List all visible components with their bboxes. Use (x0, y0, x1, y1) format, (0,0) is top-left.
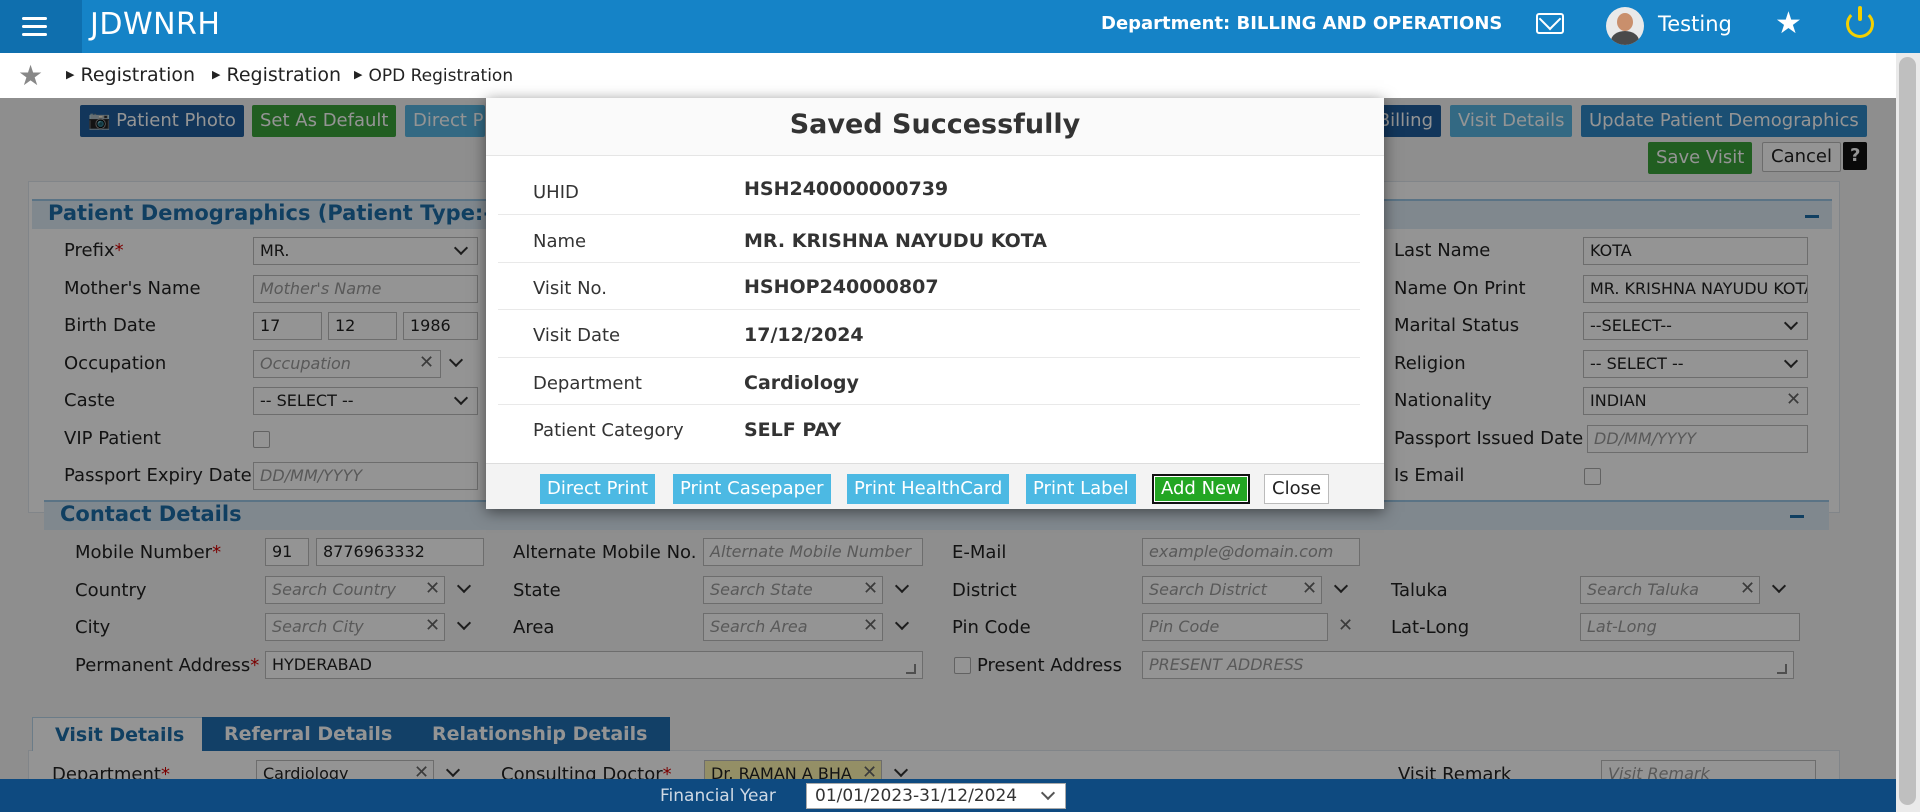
saved-successfully-dialog: Saved Successfully UHID HSH240000000739 … (486, 98, 1384, 509)
scrollbar-thumb[interactable] (1899, 57, 1916, 805)
power-icon[interactable] (1846, 6, 1874, 38)
info-row: UHID HSH240000000739 (498, 157, 1360, 215)
user-name[interactable]: Testing (1658, 12, 1732, 36)
dialog-footer: Direct Print Print Casepaper Print Healt… (486, 463, 1384, 509)
print-label-button[interactable]: Print Label (1026, 474, 1136, 504)
breadcrumb-item[interactable]: ▶ Registration (212, 64, 341, 86)
financial-year-bar: Financial Year 01/01/2023-31/12/2024 (0, 779, 1896, 812)
department-label: Department: BILLING AND OPERATIONS (1101, 13, 1503, 34)
close-button[interactable]: Close (1264, 474, 1330, 504)
bookmark-star-icon[interactable]: ★ (18, 59, 43, 92)
info-row: Visit No. HSHOP240000807 (498, 263, 1360, 310)
financial-year-label: Financial Year (660, 786, 776, 806)
department-label: Department (533, 373, 642, 394)
info-row: Name MR. KRISHNA NAYUDU KOTA (498, 215, 1360, 263)
info-row: Department Cardiology (498, 358, 1360, 405)
financial-year-select[interactable]: 01/01/2023-31/12/2024 (806, 783, 1066, 809)
favorite-star-icon[interactable]: ★ (1775, 6, 1802, 41)
brand-logo: JDWNRH (90, 7, 221, 42)
add-new-button[interactable]: Add New (1152, 474, 1250, 504)
print-casepaper-button[interactable]: Print Casepaper (673, 474, 831, 504)
mail-icon[interactable] (1536, 13, 1564, 34)
visit-no-label: Visit No. (533, 278, 607, 299)
direct-print-button[interactable]: Direct Print (540, 474, 656, 504)
info-row: Visit Date 17/12/2024 (498, 310, 1360, 358)
department-value: Cardiology (744, 372, 859, 394)
patient-category-value: SELF PAY (744, 419, 842, 441)
print-healthcard-button[interactable]: Print HealthCard (847, 474, 1010, 504)
menu-icon[interactable] (0, 0, 82, 53)
top-bar: JDWNRH Department: BILLING AND OPERATION… (0, 0, 1920, 53)
name-value: MR. KRISHNA NAYUDU KOTA (744, 230, 1047, 252)
info-row: Patient Category SELF PAY (498, 405, 1360, 455)
dialog-header: Saved Successfully (486, 98, 1384, 156)
breadcrumb: ★ ▶ Registration ▶ Registration ▶ OPD Regis… (0, 53, 1920, 98)
visit-no-value: HSHOP240000807 (744, 276, 939, 298)
uhid-label: UHID (533, 182, 579, 203)
patient-category-label: Patient Category (533, 420, 684, 441)
visit-date-value: 17/12/2024 (744, 324, 864, 346)
breadcrumb-item[interactable]: ▶ Registration (66, 64, 195, 86)
visit-date-label: Visit Date (533, 325, 621, 346)
uhid-value: HSH240000000739 (744, 178, 949, 200)
breadcrumb-current: ▶ OPD Registration (354, 66, 514, 86)
avatar[interactable] (1606, 7, 1644, 45)
dialog-title: Saved Successfully (789, 109, 1081, 140)
name-label: Name (533, 231, 587, 252)
